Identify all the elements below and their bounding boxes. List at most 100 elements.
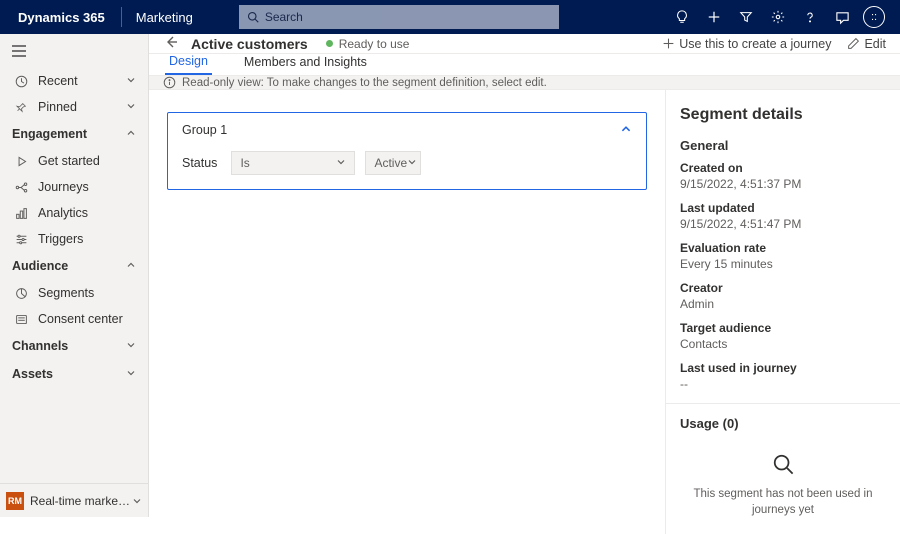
nav-label: Consent center (38, 312, 123, 326)
area-badge: RM (6, 492, 24, 510)
info-icon (163, 76, 176, 89)
usage-empty-text: This segment has not been used in journe… (680, 486, 886, 518)
nav-group-label: Channels (12, 339, 68, 353)
nav-segments[interactable]: Segments (0, 280, 148, 306)
segment-designer-canvas: Group 1 Status Is Active (149, 90, 665, 534)
chevron-down-icon (126, 340, 136, 350)
global-search-input[interactable]: Search (239, 5, 559, 29)
details-title: Segment details (680, 106, 886, 124)
assistant-button[interactable] (666, 0, 698, 34)
edit-button[interactable]: Edit (847, 37, 886, 51)
field-created-on: Created on 9/15/2022, 4:51:37 PM (680, 161, 886, 191)
nav-label: Pinned (38, 100, 77, 114)
create-journey-button[interactable]: Use this to create a journey (662, 37, 831, 51)
chevron-down-icon (126, 75, 136, 85)
details-divider (666, 403, 900, 404)
chevron-down-icon (126, 101, 136, 111)
select-value: Is (240, 156, 249, 170)
back-button[interactable] (163, 34, 179, 53)
arrow-left-icon (163, 34, 179, 50)
tab-members-insights[interactable]: Members and Insights (240, 55, 371, 75)
nav-group-label: Assets (12, 367, 53, 381)
button-label: Use this to create a journey (679, 37, 831, 51)
chevron-down-icon (407, 157, 417, 167)
triggers-icon (15, 233, 28, 246)
brand-label[interactable]: Dynamics 365 (10, 10, 113, 25)
pin-icon (15, 101, 28, 114)
pencil-icon (847, 37, 860, 50)
page-header: Active customers Ready to use Use this t… (149, 34, 900, 54)
account-button[interactable]: :: (858, 0, 890, 34)
area-label: Real-time marketi… (30, 494, 132, 508)
nav-group-channels[interactable]: Channels (0, 332, 148, 360)
nav-group-engagement[interactable]: Engagement (0, 120, 148, 148)
nav-label: Journeys (38, 180, 89, 194)
nav-group-label: Engagement (12, 127, 87, 141)
filter-button[interactable] (730, 0, 762, 34)
add-button[interactable] (698, 0, 730, 34)
field-last-updated: Last updated 9/15/2022, 4:51:47 PM (680, 201, 886, 231)
area-switcher[interactable]: RM Real-time marketi… (0, 483, 148, 517)
chevron-down-icon (336, 157, 346, 167)
group-header[interactable]: Group 1 (168, 113, 646, 147)
search-icon (247, 11, 259, 23)
question-icon (803, 10, 817, 24)
avatar-icon: :: (863, 6, 885, 28)
help-button[interactable] (794, 0, 826, 34)
group-title: Group 1 (182, 123, 227, 137)
nav-label: Recent (38, 74, 78, 88)
condition-value-select[interactable]: Active (365, 151, 421, 175)
field-evaluation-rate: Evaluation rate Every 15 minutes (680, 241, 886, 271)
nav-get-started[interactable]: Get started (0, 148, 148, 174)
lightbulb-icon (675, 10, 689, 24)
nav-group-assets[interactable]: Assets (0, 360, 148, 388)
nav-consent-center[interactable]: Consent center (0, 306, 148, 332)
chat-button[interactable] (826, 0, 858, 34)
site-map: Recent Pinned Engagement Get started Jou… (0, 34, 149, 517)
clock-icon (15, 75, 28, 88)
page-title: Active customers (191, 36, 308, 52)
nav-analytics[interactable]: Analytics (0, 200, 148, 226)
play-icon (15, 155, 28, 168)
analytics-icon (15, 207, 28, 220)
chevron-up-icon (126, 260, 136, 270)
info-text: Read-only view: To make changes to the s… (182, 77, 547, 89)
condition-operator-select[interactable]: Is (231, 151, 355, 175)
hamburger-icon (12, 45, 26, 57)
chat-icon (835, 10, 850, 25)
main-content: Active customers Ready to use Use this t… (149, 34, 900, 517)
module-label[interactable]: Marketing (130, 10, 199, 25)
usage-empty-state: This segment has not been used in journe… (680, 439, 886, 518)
global-nav-bar: Dynamics 365 Marketing Search :: (0, 0, 900, 34)
nav-recent[interactable]: Recent (0, 68, 148, 94)
nav-triggers[interactable]: Triggers (0, 226, 148, 252)
select-value: Active (374, 156, 407, 170)
nav-label: Analytics (38, 206, 88, 220)
nav-label: Get started (38, 154, 100, 168)
nav-journeys[interactable]: Journeys (0, 174, 148, 200)
nav-group-audience[interactable]: Audience (0, 252, 148, 280)
settings-button[interactable] (762, 0, 794, 34)
consent-icon (15, 313, 28, 326)
hamburger-button[interactable] (0, 34, 148, 68)
field-creator: Creator Admin (680, 281, 886, 311)
chevron-down-icon (126, 368, 136, 378)
search-icon (772, 453, 794, 475)
field-last-used: Last used in journey -- (680, 361, 886, 391)
button-label: Edit (864, 37, 886, 51)
journey-icon (15, 181, 28, 194)
plus-icon (662, 37, 675, 50)
chevron-up-icon (126, 128, 136, 138)
chevron-up-icon (620, 123, 632, 135)
tab-design[interactable]: Design (165, 54, 212, 75)
tabs: Design Members and Insights (149, 54, 900, 76)
gear-icon (771, 10, 785, 24)
segment-details-panel: Segment details General Created on 9/15/… (665, 90, 900, 534)
nav-label: Triggers (38, 232, 83, 246)
nav-label: Segments (38, 286, 94, 300)
nav-pinned[interactable]: Pinned (0, 94, 148, 120)
brand-divider (121, 7, 122, 27)
segment-group-card: Group 1 Status Is Active (167, 112, 647, 190)
segments-icon (15, 287, 28, 300)
status-indicator-dot (326, 40, 333, 47)
